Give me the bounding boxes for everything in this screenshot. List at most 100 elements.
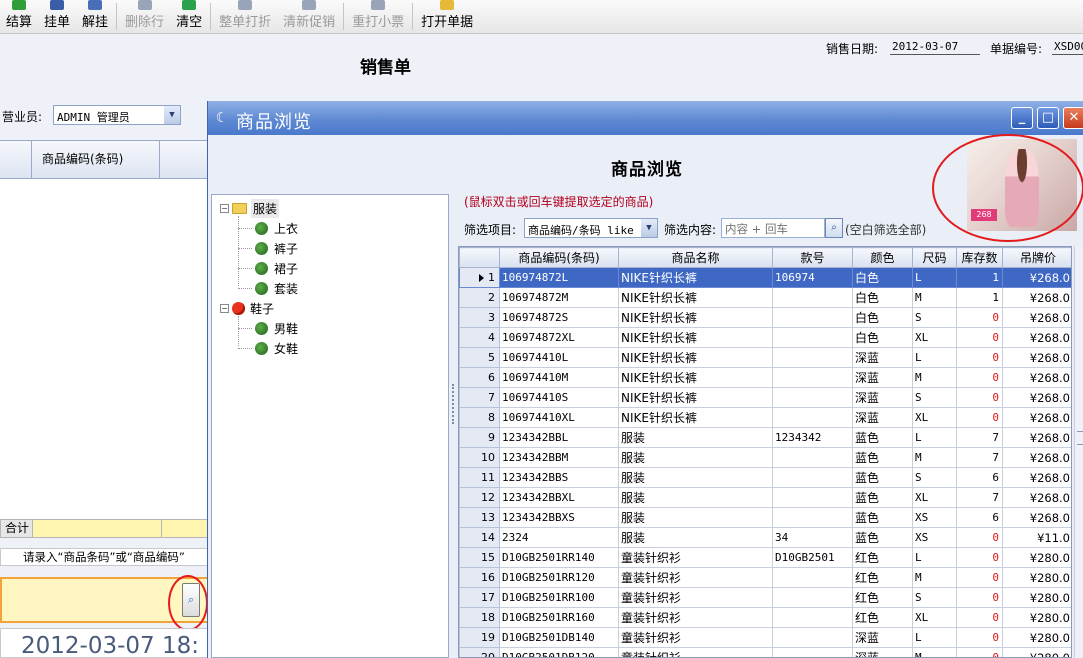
cell-name: 童装针织衫	[618, 587, 773, 608]
vertical-scrollbar[interactable]	[1074, 246, 1083, 658]
table-row[interactable]: 11 1234342BBS 服装 蓝色 S 6 ¥268.0	[459, 467, 1071, 488]
annotation-circle-photo	[932, 134, 1083, 242]
filter-field-select[interactable]: 商品编码/条码 like ▼	[524, 218, 658, 238]
cell-color-text: 蓝色	[855, 451, 880, 465]
column-header[interactable]: 商品编码(条码)	[499, 247, 619, 268]
table-row[interactable]: 18 D10GB2501RR160 童装针织衫 红色 XL 0 ¥280.0	[459, 607, 1071, 628]
table-row[interactable]: 15 D10GB2501RR140 童装针织衫 D10GB2501 红色 L 0 ¥280.0	[459, 547, 1071, 568]
cell-code-text: 106974410XL	[502, 411, 575, 424]
cell-size: S	[912, 387, 957, 408]
cell-price: ¥268.0	[1002, 367, 1071, 388]
row-number-text: 4	[488, 331, 495, 344]
column-header[interactable]: 吊牌价	[1002, 247, 1071, 268]
cell-price-text: ¥11.0	[1037, 530, 1070, 545]
cell-style	[772, 287, 853, 308]
cell-price-text: ¥268.0	[1029, 350, 1070, 365]
collapse-toggle-icon[interactable]: −	[220, 303, 229, 313]
cell-code: D10GB2501DB120	[499, 647, 619, 657]
table-row[interactable]: 2 106974872M NIKE针织长裤 白色 M 1 ¥268.0	[459, 287, 1071, 308]
table-row[interactable]: 9 1234342BBL 服装 1234342 蓝色 L 7 ¥268.0	[459, 427, 1071, 448]
tree-leaf[interactable]: 男鞋	[255, 319, 298, 337]
table-row[interactable]: 5 106974410L NIKE针织长裤 深蓝 L 0 ¥268.0	[459, 347, 1071, 368]
table-row[interactable]: 17 D10GB2501RR100 童装针织衫 红色 S 0 ¥280.0	[459, 587, 1071, 608]
cell-name-text: NIKE针织长裤	[621, 391, 697, 405]
cell-price: ¥268.0	[1002, 507, 1071, 528]
minimize-button[interactable]: _	[1011, 107, 1033, 129]
toolbar-button-3[interactable]: 删除行	[119, 0, 170, 33]
collapse-toggle-icon[interactable]: −	[220, 203, 229, 213]
tree-node-1[interactable]: − 鞋子	[220, 299, 274, 317]
cell-price-text: ¥280.0	[1029, 590, 1070, 605]
cell-name: 童装针织衫	[618, 607, 773, 628]
tree-node-0[interactable]: − 服装	[220, 198, 280, 218]
toolbar-button-8[interactable]: 打开单据	[415, 0, 479, 33]
column-header[interactable]: 库存数	[956, 247, 1003, 268]
table-row[interactable]: 20 D10GB2501DB120 童装针织衫 深蓝 M 0 ¥280.0	[459, 647, 1071, 657]
cell-code: D10GB2501DB140	[499, 627, 619, 648]
table-row[interactable]: 1 106974872L NIKE针织长裤 106974 白色 L 1 ¥268.0	[459, 267, 1071, 288]
table-row[interactable]: 13 1234342BBXS 服装 蓝色 XS 6 ¥268.0	[459, 507, 1071, 528]
column-header[interactable]: 颜色	[852, 247, 913, 268]
cell-stock-text: 0	[992, 351, 999, 364]
doc-no-field[interactable]: XSD00	[1052, 40, 1083, 55]
maximize-button[interactable]: □	[1037, 107, 1059, 129]
table-row[interactable]: 16 D10GB2501RR120 童装针织衫 红色 M 0 ¥280.0	[459, 567, 1071, 588]
table-row[interactable]: 10 1234342BBM 服装 蓝色 M 7 ¥268.0	[459, 447, 1071, 468]
toolbar-button-0[interactable]: 结算	[0, 0, 38, 33]
chevron-down-icon[interactable]: ▼	[641, 219, 657, 237]
cell-stock: 6	[956, 507, 1003, 528]
table-row[interactable]: 7 106974410S NIKE针织长裤 深蓝 S 0 ¥268.0	[459, 387, 1071, 408]
sale-date-field[interactable]: 2012-03-07	[890, 40, 980, 55]
seller-select[interactable]: ADMIN 管理员 ▼	[53, 105, 181, 125]
annotation-circle-search	[168, 575, 208, 631]
sales-line-grid[interactable]: 商品编码(条码)	[0, 140, 210, 520]
table-row[interactable]: 12 1234342BBXL 服装 蓝色 XL 7 ¥268.0	[459, 487, 1071, 508]
chevron-down-icon[interactable]: ▼	[164, 106, 180, 124]
doc-no-label: 单据编号:	[990, 42, 1043, 56]
column-header[interactable]: 款号	[772, 247, 853, 268]
toolbar-button-6[interactable]: 清新促销	[277, 0, 341, 33]
column-header[interactable]: 商品名称	[618, 247, 773, 268]
toolbar-button-2[interactable]: 解挂	[76, 0, 114, 33]
product-grid[interactable]: 商品编码(条码) 商品名称 款号 颜色 尺码 库存数 吊牌价 1 106974872L NIKE…	[458, 246, 1072, 658]
tree-leaf[interactable]: 上衣	[255, 219, 298, 237]
tree-connector	[238, 316, 239, 346]
cell-color-text: 红色	[855, 591, 880, 605]
cell-style	[772, 307, 853, 328]
tree-leaf-label: 裤子	[274, 241, 299, 256]
table-row[interactable]: 8 106974410XL NIKE针织长裤 深蓝 XL 0 ¥268.0	[459, 407, 1071, 428]
cell-color-text: 深蓝	[855, 351, 880, 365]
tree-leaf[interactable]: 裙子	[255, 259, 298, 277]
close-button[interactable]: ✕	[1063, 107, 1083, 129]
cell-color: 深蓝	[852, 647, 913, 657]
table-row[interactable]: 14 2324 服装 34 蓝色 XS 0 ¥11.0	[459, 527, 1071, 548]
cell-name: NIKE针织长裤	[618, 387, 773, 408]
cell-style	[772, 487, 853, 508]
toolbar-button-1[interactable]: 挂单	[38, 0, 76, 33]
tree-node-label: 服装	[251, 198, 280, 218]
tree-leaf[interactable]: 套装	[255, 279, 298, 297]
cell-stock: 0	[956, 587, 1003, 608]
panel-splitter[interactable]	[451, 194, 456, 658]
filter-content-input[interactable]	[721, 218, 825, 238]
cell-size-text: S	[915, 591, 922, 604]
col-product-code[interactable]: 商品编码(条码)	[32, 141, 160, 179]
filter-search-icon[interactable]: ⌕	[825, 218, 843, 238]
tree-leaf[interactable]: 裤子	[255, 239, 298, 257]
table-row[interactable]: 19 D10GB2501DB140 童装针织衫 深蓝 L 0 ¥280.0	[459, 627, 1071, 648]
scrollbar-grip[interactable]	[1077, 431, 1083, 445]
cell-code: 1234342BBM	[499, 447, 619, 468]
tree-connector	[238, 228, 252, 229]
table-row[interactable]: 3 106974872S NIKE针织长裤 白色 S 0 ¥268.0	[459, 307, 1071, 328]
toolbar-button-4[interactable]: 清空	[170, 0, 208, 33]
toolbar-button-5[interactable]: 整单打折	[213, 0, 277, 33]
column-header[interactable]: 尺码	[912, 247, 957, 268]
table-row[interactable]: 6 106974410M NIKE针织长裤 深蓝 M 0 ¥268.0	[459, 367, 1071, 388]
cell-stock-text: 7	[992, 491, 999, 504]
row-number: 17	[459, 587, 500, 608]
tree-leaf[interactable]: 女鞋	[255, 339, 298, 357]
toolbar-button-7[interactable]: 重打小票	[346, 0, 410, 33]
dialog-titlebar[interactable]: ☾ 商品浏览 _ □ ✕	[208, 101, 1083, 135]
table-row[interactable]: 4 106974872XL NIKE针织长裤 白色 XL 0 ¥268.0	[459, 327, 1071, 348]
row-number: 15	[459, 547, 500, 568]
